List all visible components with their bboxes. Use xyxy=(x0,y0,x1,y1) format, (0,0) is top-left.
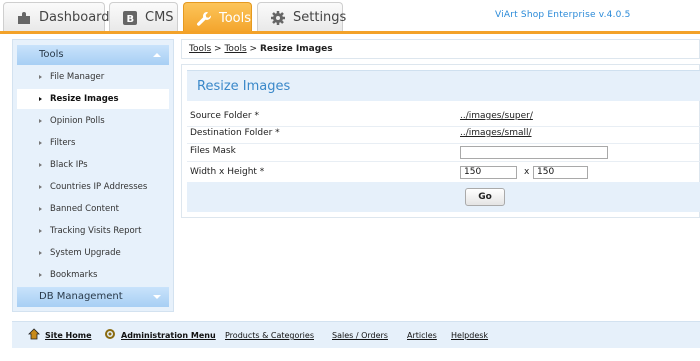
sidebar-header-db-management[interactable]: DB Management xyxy=(17,287,169,307)
sidebar-header-label: DB Management xyxy=(39,291,123,302)
sidebar-item-label: Resize Images xyxy=(50,94,119,104)
breadcrumb-link-tools-2[interactable]: Tools xyxy=(224,44,246,54)
tab-tools[interactable]: Tools xyxy=(183,2,252,34)
sidebar-item-label: Countries IP Addresses xyxy=(50,182,148,192)
home-icon xyxy=(28,328,40,340)
articles-link[interactable]: Articles xyxy=(407,331,437,340)
files-mask-row: Files Mask xyxy=(187,142,700,162)
width-input[interactable]: 150 xyxy=(460,166,517,179)
sidebar-item-label: Tracking Visits Report xyxy=(50,226,142,236)
bullet-icon xyxy=(39,207,42,211)
sidebar: Tools File Manager Resize Images Opinion… xyxy=(12,39,174,312)
bullet-icon xyxy=(39,251,42,255)
sidebar-header-label: Tools xyxy=(39,49,64,60)
breadcrumb-separator: > xyxy=(249,44,258,54)
tab-label: Tools xyxy=(219,11,252,26)
breadcrumb: Tools > Tools > Resize Images xyxy=(181,39,700,59)
bullet-icon xyxy=(39,141,42,145)
page-title: Resize Images xyxy=(187,70,700,101)
bullet-icon xyxy=(39,97,42,101)
files-mask-input[interactable] xyxy=(460,146,608,159)
destination-folder-row: Destination Folder * ../images/small/ xyxy=(187,124,700,144)
gear-icon xyxy=(270,10,286,26)
sidebar-item-system-upgrade[interactable]: System Upgrade xyxy=(17,243,169,263)
bullet-icon xyxy=(39,163,42,167)
cms-icon: B xyxy=(122,10,138,26)
administration-menu-link[interactable]: Administration Menu xyxy=(121,331,216,340)
width-height-row: Width x Height * 150 x 150 xyxy=(187,163,700,183)
sidebar-item-countries-ip[interactable]: Countries IP Addresses xyxy=(17,177,169,197)
sidebar-item-label: Banned Content xyxy=(50,204,119,214)
svg-text:B: B xyxy=(127,14,135,25)
sidebar-item-resize-images[interactable]: Resize Images xyxy=(17,89,169,109)
sidebar-item-label: System Upgrade xyxy=(50,248,121,258)
form-actions: Go xyxy=(187,182,700,212)
gear-icon xyxy=(104,328,116,340)
sidebar-header-tools[interactable]: Tools xyxy=(17,45,169,65)
sidebar-item-filters[interactable]: Filters xyxy=(17,133,169,153)
products-categories-link[interactable]: Products & Categories xyxy=(225,331,314,340)
destination-folder-label: Destination Folder * xyxy=(190,128,280,138)
sidebar-item-file-manager[interactable]: File Manager xyxy=(17,67,169,87)
sidebar-item-opinion-polls[interactable]: Opinion Polls xyxy=(17,111,169,131)
site-home-link[interactable]: Site Home xyxy=(45,331,92,340)
top-nav-bar: Dashboard B CMS Tools Settings ViArt Sho… xyxy=(0,0,700,34)
tab-label: Settings xyxy=(293,10,347,25)
bullet-icon xyxy=(39,75,42,79)
sidebar-item-label: Opinion Polls xyxy=(50,116,105,126)
breadcrumb-link-tools[interactable]: Tools xyxy=(189,44,211,54)
go-button[interactable]: Go xyxy=(465,188,505,206)
sidebar-item-banned-content[interactable]: Banned Content xyxy=(17,199,169,219)
breadcrumb-current: Resize Images xyxy=(259,44,333,54)
sidebar-item-label: Filters xyxy=(50,138,76,148)
destination-folder-link[interactable]: ../images/small/ xyxy=(460,128,532,138)
resize-images-panel: Resize Images Source Folder * ../images/… xyxy=(181,64,700,218)
sidebar-item-label: File Manager xyxy=(50,72,105,82)
breadcrumb-separator: > xyxy=(214,44,222,54)
brand-version: ViArt Shop Enterprise v.4.0.5 xyxy=(495,10,631,20)
tab-settings[interactable]: Settings xyxy=(257,2,347,32)
chevron-up-icon xyxy=(153,53,161,57)
tab-cms[interactable]: B CMS xyxy=(109,2,178,32)
dimension-separator: x xyxy=(524,167,530,177)
tab-underline xyxy=(0,31,700,34)
sidebar-item-label: Bookmarks xyxy=(50,270,98,280)
puzzle-icon xyxy=(16,10,32,26)
source-folder-link[interactable]: ../images/super/ xyxy=(460,111,533,121)
tab-label: Dashboard xyxy=(39,10,110,25)
bullet-icon xyxy=(39,273,42,277)
files-mask-label: Files Mask xyxy=(190,146,236,156)
width-height-label: Width x Height * xyxy=(190,167,265,177)
source-folder-label: Source Folder * xyxy=(190,111,259,121)
bullet-icon xyxy=(39,119,42,123)
sidebar-item-label: Black IPs xyxy=(50,160,88,170)
sales-orders-link[interactable]: Sales / Orders xyxy=(332,331,388,340)
bullet-icon xyxy=(39,185,42,189)
height-input[interactable]: 150 xyxy=(533,166,588,179)
chevron-down-icon xyxy=(153,295,161,299)
sidebar-item-black-ips[interactable]: Black IPs xyxy=(17,155,169,175)
tab-dashboard[interactable]: Dashboard xyxy=(3,2,110,32)
tab-label: CMS xyxy=(145,10,174,25)
footer-nav: Site Home Administration Menu Products &… xyxy=(12,321,700,348)
sidebar-item-bookmarks[interactable]: Bookmarks xyxy=(17,265,169,285)
helpdesk-link[interactable]: Helpdesk xyxy=(451,331,488,340)
bullet-icon xyxy=(39,229,42,233)
wrench-icon xyxy=(196,11,212,27)
sidebar-item-tracking-visits[interactable]: Tracking Visits Report xyxy=(17,221,169,241)
